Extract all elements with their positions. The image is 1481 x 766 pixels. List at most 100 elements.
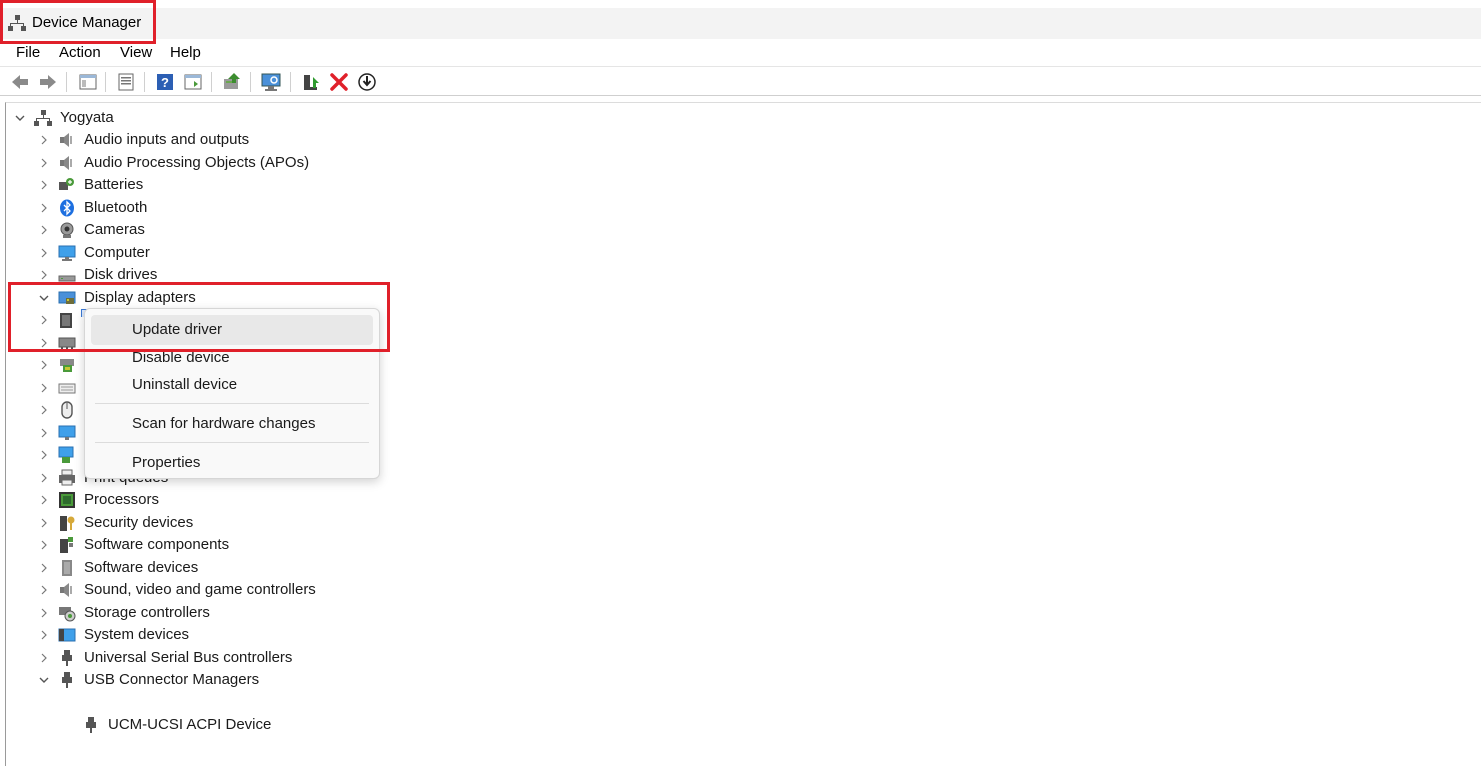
toolbar-separator xyxy=(66,72,67,92)
tree-item-security-devices[interactable]: Security devices xyxy=(36,512,336,534)
chevron-right-icon[interactable] xyxy=(38,647,50,669)
tree-item-label: UCM-UCSI ACPI Device xyxy=(108,716,272,733)
chevron-right-icon[interactable] xyxy=(38,467,50,489)
printer-icon xyxy=(58,469,76,487)
chevron-right-icon[interactable] xyxy=(38,197,50,219)
tree-item-label: Computer xyxy=(84,243,150,261)
security-device-icon xyxy=(58,514,76,532)
tree-item-cameras[interactable]: Cameras xyxy=(36,219,336,241)
chevron-right-icon[interactable] xyxy=(38,242,50,264)
tree-root[interactable]: Yogyata xyxy=(12,107,212,129)
tree-item-computer[interactable]: Computer xyxy=(36,242,336,264)
disable-device-icon[interactable] xyxy=(356,71,378,93)
context-menu-uninstall-device[interactable]: Uninstall device xyxy=(91,370,373,400)
chevron-right-icon[interactable] xyxy=(38,354,50,376)
ide-controller-icon xyxy=(58,356,76,374)
chevron-right-icon[interactable] xyxy=(38,444,50,466)
speaker-icon xyxy=(58,581,76,599)
title-bar: Device Manager xyxy=(0,8,1481,39)
back-icon[interactable] xyxy=(9,71,31,93)
update-driver-icon[interactable] xyxy=(221,71,243,93)
tree-item-universal-serial-bus-controllers[interactable]: Universal Serial Bus controllers xyxy=(36,647,336,669)
chevron-right-icon[interactable] xyxy=(38,624,50,646)
context-menu-scan-for-hardware-changes[interactable]: Scan for hardware changes xyxy=(91,409,373,439)
context-menu-separator xyxy=(95,442,369,443)
mouse-icon xyxy=(58,401,76,419)
forward-icon[interactable] xyxy=(37,71,59,93)
chevron-right-icon[interactable] xyxy=(38,129,50,151)
svg-text:?: ? xyxy=(161,75,169,90)
show-action-pane-icon[interactable] xyxy=(182,71,204,93)
tree-root-label: Yogyata xyxy=(60,109,114,126)
chevron-right-icon[interactable] xyxy=(38,512,50,534)
tree-item-label: Audio Processing Objects (APOs) xyxy=(84,153,310,171)
tree-item-label: Audio inputs and outputs xyxy=(84,131,250,148)
tree-item-processors[interactable]: Processors xyxy=(36,489,336,511)
uninstall-device-icon[interactable] xyxy=(328,71,350,93)
tree-item-label: USB Connector Managers xyxy=(84,671,260,688)
tree-item-audio-inputs-and-outputs[interactable]: Audio inputs and outputs xyxy=(36,129,336,151)
menu-file[interactable]: File xyxy=(16,44,40,61)
device-manager-icon xyxy=(34,109,52,127)
tree-item-label: Storage controllers xyxy=(84,603,210,621)
chevron-right-icon[interactable] xyxy=(38,534,50,556)
speaker-icon xyxy=(58,131,76,149)
usb-icon xyxy=(58,649,76,667)
menu-action[interactable]: Action xyxy=(59,44,101,61)
display-adapters-highlight-box xyxy=(8,282,390,352)
menu-bar: File Action View Help xyxy=(0,42,1481,64)
title-highlight-box xyxy=(0,0,156,44)
tree-item-software-components[interactable]: Software components xyxy=(36,534,336,556)
chevron-right-icon[interactable] xyxy=(38,174,50,196)
context-menu-label: Scan for hardware changes xyxy=(132,415,316,432)
chevron-right-icon[interactable] xyxy=(38,557,50,579)
tree-item-batteries[interactable]: Batteries xyxy=(36,174,336,196)
computer-icon xyxy=(58,244,76,262)
chevron-right-icon[interactable] xyxy=(38,377,50,399)
tree-item-usb-connector-managers[interactable]: USB Connector Managers xyxy=(36,669,336,691)
chevron-right-icon[interactable] xyxy=(38,152,50,174)
menu-help[interactable]: Help xyxy=(170,44,201,61)
tree-item-audio-processing-objects-apos[interactable]: Audio Processing Objects (APOs) xyxy=(36,152,336,174)
tree-item-label: Cameras xyxy=(84,221,145,238)
tree-item-sound-video-and-game-controllers[interactable]: Sound, video and game controllers xyxy=(36,579,336,601)
tree-item-storage-controllers[interactable]: Storage controllers xyxy=(36,602,336,624)
chevron-right-icon[interactable] xyxy=(38,219,50,241)
chevron-right-icon[interactable] xyxy=(38,399,50,421)
tree-item-label: Sound, video and game controllers xyxy=(84,581,316,598)
tree-item-label: Processors xyxy=(84,491,160,508)
software-component-icon xyxy=(58,536,76,554)
scan-hardware-icon[interactable] xyxy=(260,71,282,93)
chevron-down-icon[interactable] xyxy=(14,107,26,129)
processor-icon xyxy=(58,491,76,509)
chevron-right-icon[interactable] xyxy=(38,422,50,444)
battery-icon xyxy=(58,176,76,194)
tree-item-ucm-ucsi-acpi-device[interactable]: UCM-UCSI ACPI Device xyxy=(82,714,342,736)
show-hide-console-tree-icon[interactable] xyxy=(77,71,99,93)
tree-item-bluetooth[interactable]: Bluetooth xyxy=(36,197,336,219)
properties-icon[interactable] xyxy=(115,71,137,93)
chevron-down-icon[interactable] xyxy=(38,669,50,691)
monitor-icon xyxy=(58,424,76,442)
enable-device-icon[interactable] xyxy=(300,71,322,93)
tree-item-label: Disk drives xyxy=(84,266,158,283)
tree-item-label: Software devices xyxy=(84,558,199,576)
network-adapter-icon xyxy=(58,446,76,464)
context-menu-properties[interactable]: Properties xyxy=(91,448,373,478)
toolbar-separator xyxy=(144,72,145,92)
tree-item-label: Bluetooth xyxy=(84,198,148,216)
tree-item-system-devices[interactable]: System devices xyxy=(36,624,336,646)
toolbar: ? xyxy=(0,66,1481,96)
chevron-right-icon[interactable] xyxy=(38,489,50,511)
help-icon[interactable]: ? xyxy=(154,71,176,93)
chevron-right-icon[interactable] xyxy=(38,602,50,624)
chevron-right-icon[interactable] xyxy=(38,579,50,601)
menu-view[interactable]: View xyxy=(120,44,152,61)
context-menu-separator xyxy=(95,403,369,404)
speaker-icon xyxy=(58,154,76,172)
tree-item-software-devices[interactable]: Software devices xyxy=(36,557,336,579)
tree-item-label: Batteries xyxy=(84,176,144,193)
bluetooth-icon xyxy=(58,199,76,217)
keyboard-icon xyxy=(58,379,76,397)
toolbar-separator xyxy=(250,72,251,92)
